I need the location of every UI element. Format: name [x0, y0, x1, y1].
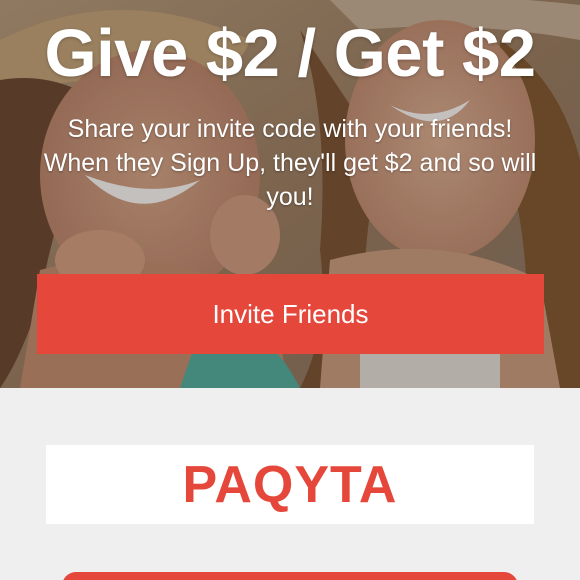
- invite-code: PAQYTA: [182, 455, 398, 514]
- invite-code-box[interactable]: PAQYTA: [46, 445, 534, 524]
- headline: Give $2 / Get $2: [44, 16, 536, 91]
- invite-description: Share your invite code with your friends…: [43, 115, 537, 211]
- invite-friends-button[interactable]: Invite Friends: [37, 274, 544, 354]
- hero-banner: Give $2 / Get $2 Share your invite code …: [0, 0, 580, 388]
- invite-screen: Give $2 / Get $2 Share your invite code …: [0, 0, 580, 580]
- secondary-button[interactable]: [62, 572, 518, 580]
